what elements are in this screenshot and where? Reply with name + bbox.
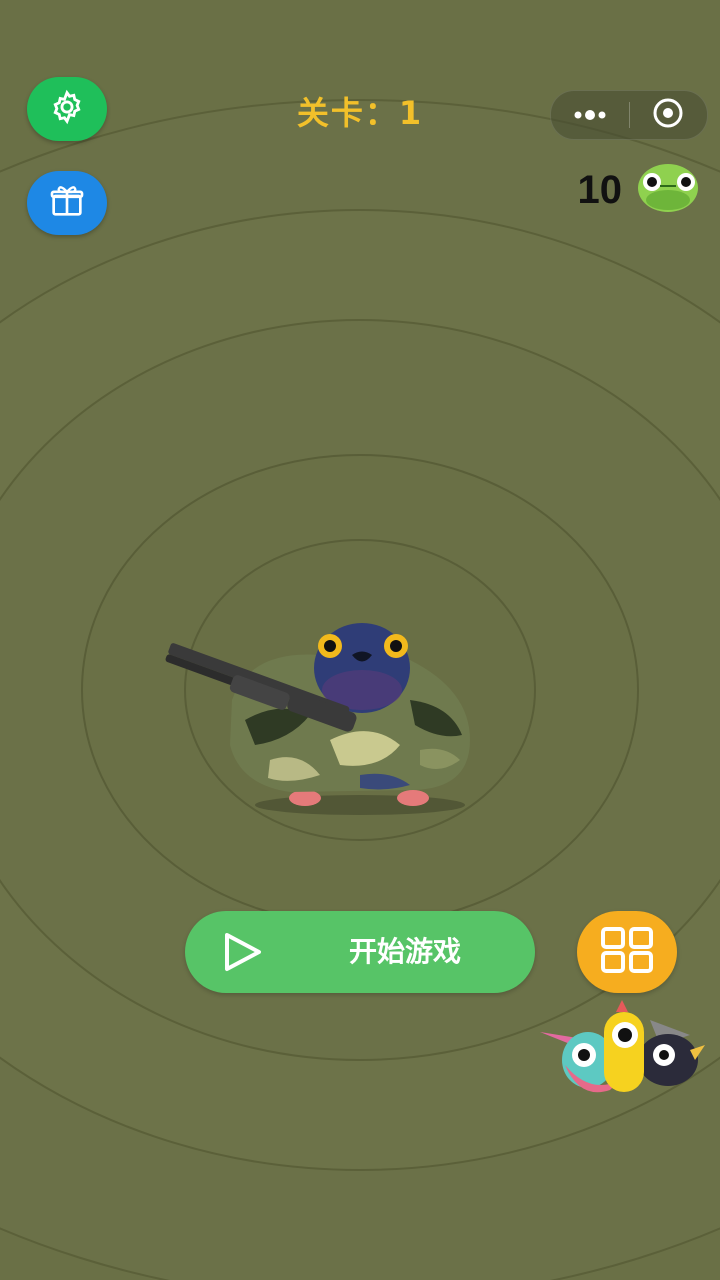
coin-frog-icon [638,164,698,212]
gift-icon [47,181,87,225]
target-circle-icon [651,96,685,134]
start-game-label: 开始游戏 [348,935,461,968]
menu-capsule [550,90,708,140]
grid-menu-icon [599,926,655,978]
gear-icon [48,88,86,130]
start-game-button[interactable]: 开始游戏 [185,911,535,993]
grid-menu-button[interactable] [577,911,677,993]
settings-button[interactable] [27,77,107,141]
more-dots-icon [570,106,610,125]
play-icon [221,931,265,977]
more-button[interactable] [551,91,629,139]
gift-button[interactable] [27,171,107,235]
coin-count: 10 [577,168,623,212]
close-button[interactable] [630,91,708,139]
level-label: 关卡：1 [296,94,424,132]
